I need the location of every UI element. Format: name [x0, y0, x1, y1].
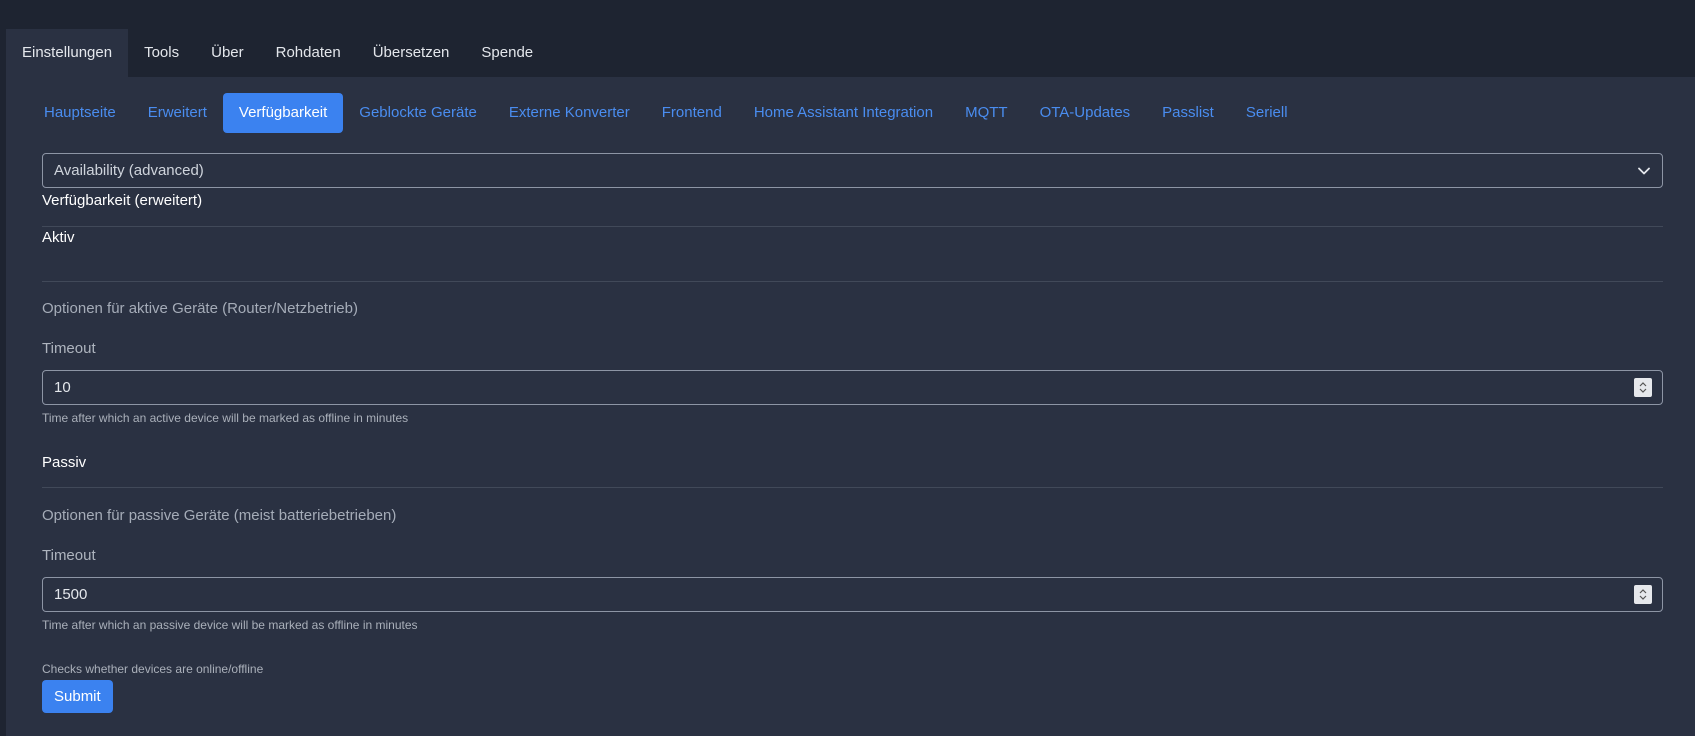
subtab-frontend[interactable]: Frontend [646, 93, 738, 133]
subtab-hauptseite[interactable]: Hauptseite [28, 93, 132, 133]
form-title: Verfügbarkeit (erweitert) [42, 192, 203, 209]
subtab-externe-konverter[interactable]: Externe Konverter [493, 93, 646, 133]
chevron-down-icon [1636, 154, 1652, 187]
passive-timeout-input[interactable]: 1500 [42, 577, 1663, 612]
active-description: Optionen für aktive Geräte (Router/Netzb… [42, 300, 358, 317]
passive-timeout-label: Timeout [42, 547, 96, 564]
passive-timeout-value: 1500 [54, 586, 88, 603]
active-timeout-label: Timeout [42, 340, 96, 357]
spinner-icon[interactable] [1634, 585, 1652, 604]
passive-description: Optionen für passive Geräte (meist batte… [42, 507, 397, 524]
submit-button[interactable]: Submit [42, 680, 113, 713]
section-select-value: Availability (advanced) [54, 162, 204, 179]
top-bar: Einstellungen Tools Über Rohdaten Überse… [0, 0, 1695, 77]
subtab-erweitert[interactable]: Erweitert [132, 93, 223, 133]
spinner-icon[interactable] [1634, 378, 1652, 397]
settings-sub-tabs: Hauptseite Erweitert Verfügbarkeit Geblo… [28, 93, 1304, 133]
tab-einstellungen[interactable]: Einstellungen [6, 29, 129, 77]
tab-rohdaten[interactable]: Rohdaten [260, 29, 357, 77]
tab-tools[interactable]: Tools [128, 29, 195, 77]
subtab-mqtt[interactable]: MQTT [949, 93, 1024, 133]
subtab-geblockte-geraete[interactable]: Geblockte Geräte [343, 93, 493, 133]
active-timeout-value: 10 [54, 379, 71, 396]
passive-heading: Passiv [42, 454, 87, 471]
settings-card: Hauptseite Erweitert Verfügbarkeit Geblo… [6, 77, 1695, 736]
passive-timeout-help: Time after which an passive device will … [42, 618, 418, 632]
subtab-verfuegbarkeit[interactable]: Verfügbarkeit [222, 93, 344, 133]
active-timeout-help: Time after which an active device will b… [42, 411, 409, 425]
subtab-home-assistant[interactable]: Home Assistant Integration [738, 93, 949, 133]
top-tabs: Einstellungen Tools Über Rohdaten Überse… [6, 29, 549, 77]
footer-help: Checks whether devices are online/offlin… [42, 662, 264, 676]
section-select[interactable]: Availability (advanced) [42, 153, 1663, 188]
active-heading: Aktiv [42, 229, 75, 246]
active-timeout-input[interactable]: 10 [42, 370, 1663, 405]
tab-uebersetzen[interactable]: Übersetzen [357, 29, 466, 77]
divider [42, 281, 1663, 282]
subtab-ota-updates[interactable]: OTA-Updates [1024, 93, 1147, 133]
divider [42, 226, 1663, 227]
subtab-passlist[interactable]: Passlist [1146, 93, 1230, 133]
tab-spende[interactable]: Spende [465, 29, 549, 77]
tab-ueber[interactable]: Über [195, 29, 260, 77]
divider [42, 487, 1663, 488]
subtab-seriell[interactable]: Seriell [1230, 93, 1304, 133]
